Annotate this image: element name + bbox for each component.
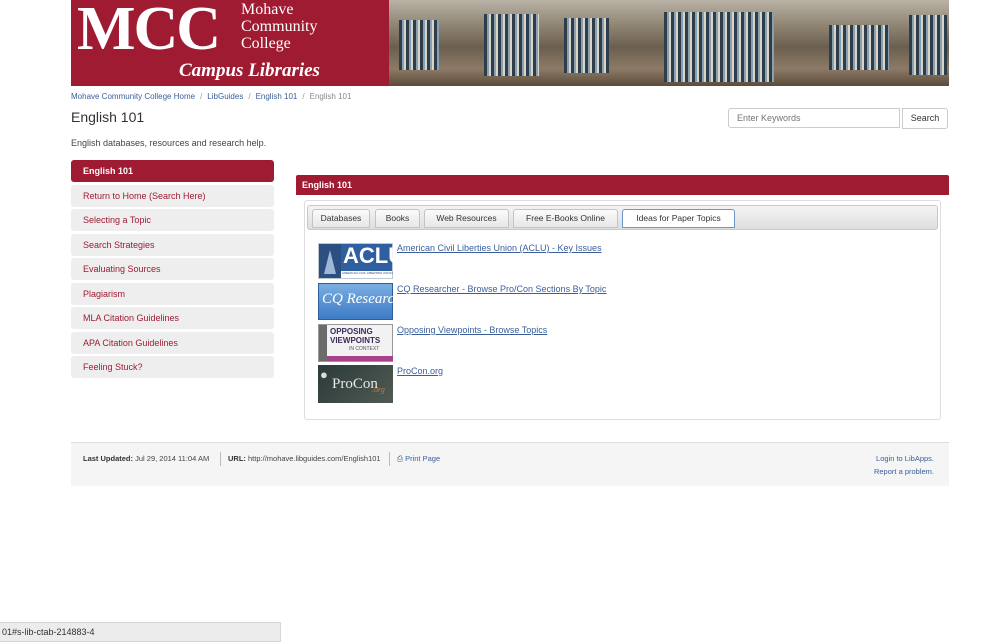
footer-url: URL: http://mohave.libguides.com/English… <box>228 454 381 463</box>
url-label: URL: <box>228 454 246 463</box>
library-photo <box>389 0 949 86</box>
tab-free-ebooks[interactable]: Free E-Books Online <box>513 209 618 228</box>
tab-books[interactable]: Books <box>375 209 420 228</box>
login-libapps-link[interactable]: Login to LibApps. <box>876 454 934 463</box>
banner-subtitle: Campus Libraries <box>179 60 320 81</box>
nav-item-evaluating-sources[interactable]: Evaluating Sources <box>71 258 274 280</box>
breadcrumb-current: English 101 <box>309 92 352 101</box>
last-updated-value: Jul 29, 2014 11:04 AM <box>135 454 210 463</box>
resource-link-opposing-viewpoints[interactable]: Opposing Viewpoints - Browse Topics <box>397 325 547 335</box>
opposing-viewpoints-logo[interactable]: OPPOSING VIEWPOINTS IN CONTEXT <box>318 324 393 362</box>
site-banner[interactable]: MCC Mohave Community College Campus Libr… <box>71 0 949 86</box>
college-line-3: College <box>241 35 291 52</box>
nav-item-search-strategies[interactable]: Search Strategies <box>71 233 274 256</box>
page-title: English 101 <box>71 109 145 125</box>
tab-databases[interactable]: Databases <box>312 209 370 228</box>
breadcrumb-guide-link[interactable]: English 101 <box>256 92 298 101</box>
cq-researcher-logo[interactable]: CQ Researcher <box>318 283 414 320</box>
nav-item-return-home[interactable]: Return to Home (Search Here) <box>71 184 274 207</box>
page-description: English databases, resources and researc… <box>71 138 267 148</box>
footer-divider <box>220 452 221 466</box>
tab-ideas-paper-topics[interactable]: Ideas for Paper Topics <box>622 209 735 228</box>
report-problem-link[interactable]: Report a problem. <box>874 467 934 476</box>
footer-last-updated: Last Updated: Jul 29, 2014 11:04 AM <box>83 454 209 463</box>
banner-logo-letters: MCC <box>77 0 221 63</box>
nav-item-mla-citation[interactable]: MLA Citation Guidelines <box>71 307 274 329</box>
nav-item-english-101[interactable]: English 101 <box>71 160 274 182</box>
ov-logo-line-3: IN CONTEXT <box>349 346 380 352</box>
procon-logo[interactable]: ● ProCon .org <box>318 365 393 403</box>
resource-link-procon[interactable]: ProCon.org <box>397 366 443 376</box>
procon-logo-suffix: .org <box>372 385 385 394</box>
college-line-2: Community <box>241 18 318 35</box>
url-value: http://mohave.libguides.com/English101 <box>248 454 381 463</box>
resource-link-aclu[interactable]: American Civil Liberties Union (ACLU) - … <box>397 243 602 253</box>
resource-link-cq-researcher[interactable]: CQ Researcher - Browse Pro/Con Sections … <box>397 284 606 294</box>
aclu-logo-sub: AMERICAN CIVIL LIBERTIES UNION <box>342 271 393 275</box>
breadcrumb: Mohave Community College Home / LibGuides /… <box>71 92 352 101</box>
search-input[interactable] <box>728 108 900 128</box>
breadcrumb-libguides-link[interactable]: LibGuides <box>207 92 243 101</box>
tab-web-resources[interactable]: Web Resources <box>424 209 509 228</box>
aclu-logo[interactable]: ACLU AMERICAN CIVIL LIBERTIES UNION <box>318 243 404 279</box>
ov-logo-line-1: OPPOSING <box>330 327 373 336</box>
search-button[interactable]: Search <box>902 108 948 129</box>
nav-item-plagiarism[interactable]: Plagiarism <box>71 282 274 305</box>
box-body <box>304 200 941 420</box>
nav-item-apa-citation[interactable]: APA Citation Guidelines <box>71 331 274 354</box>
print-icon: ⎙ <box>397 454 403 463</box>
ov-logo-line-2: VIEWPOINTS <box>330 336 381 345</box>
print-page-label: Print Page <box>405 454 441 463</box>
aclu-logo-text: ACLU <box>343 243 405 268</box>
page-footer: Last Updated: Jul 29, 2014 11:04 AM URL:… <box>71 442 949 486</box>
breadcrumb-home-link[interactable]: Mohave Community College Home <box>71 92 195 101</box>
guide-nav: English 101 Return to Home (Search Here)… <box>71 160 274 381</box>
last-updated-label: Last Updated: <box>83 454 134 463</box>
procon-logo-text: ProCon <box>332 376 378 392</box>
footer-divider <box>389 452 390 466</box>
nav-item-feeling-stuck[interactable]: Feeling Stuck? <box>71 356 274 378</box>
box-heading: English 101 <box>296 175 949 195</box>
nav-item-selecting-topic[interactable]: Selecting a Topic <box>71 209 274 231</box>
browser-status-bar: 01#s-lib-ctab-214883-4 <box>0 622 281 642</box>
procon-bulb-icon: ● <box>320 367 328 382</box>
print-page-link[interactable]: ⎙ Print Page <box>397 454 440 464</box>
banner-college-name: Mohave Community College <box>241 1 317 52</box>
college-line-1: Mohave <box>241 1 294 18</box>
